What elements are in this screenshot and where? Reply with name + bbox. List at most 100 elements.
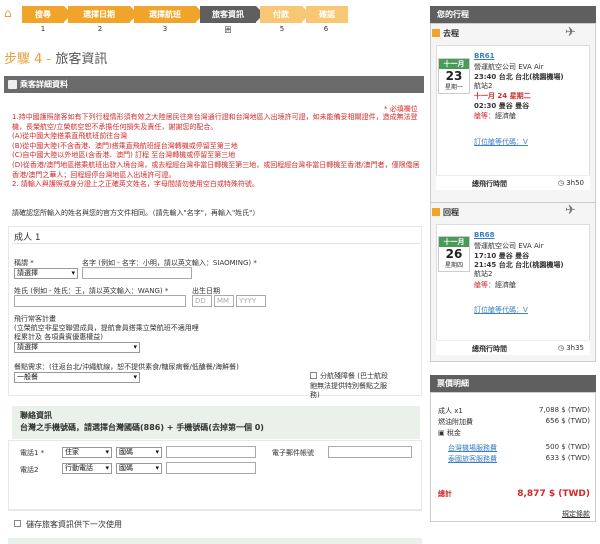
dob-month-input[interactable]: MM: [214, 295, 234, 307]
inbound-date-badge: 十一月 26 星期四: [438, 236, 470, 272]
inbound-fare-code-link[interactable]: 訂位艙等代碼：V: [474, 305, 528, 315]
duration-value: ◷ 3h50: [558, 179, 584, 187]
price-tax-label: 稅金: [446, 429, 461, 437]
first-name-input[interactable]: [82, 267, 192, 279]
passenger-panel-header: 乘客詳細資料: [4, 76, 424, 93]
inbound-cabin: 艙等：經濟艙: [474, 280, 516, 290]
email-input[interactable]: [328, 446, 412, 458]
duration-value: ◷ 3h35: [558, 344, 584, 352]
clock-icon: ◷: [557, 344, 567, 352]
itinerary-header: 您的行程: [430, 6, 596, 23]
price-tax2-row: 泰國旅客服務費 633 $ (TWD): [448, 454, 590, 464]
step-passenger-info: 旅客資訊: [200, 6, 264, 23]
phone2-input[interactable]: [166, 462, 256, 474]
step-number: 囲: [224, 26, 232, 34]
step-label: 旅客資訊: [212, 10, 244, 19]
price-tax2-label[interactable]: 泰國旅客服務費: [448, 455, 497, 463]
outbound-date-badge: 十一月 23 星期一: [438, 58, 470, 94]
duration-text: 3h35: [566, 344, 584, 352]
inbound-flight-link[interactable]: BR68: [474, 231, 494, 239]
price-tax1-label[interactable]: 台灣機場服務費: [448, 444, 497, 452]
square-icon: [432, 29, 440, 37]
price-total-value: 8,877 $ (TWD): [517, 489, 590, 499]
inbound-airline: 營運航空公司 EVA Air: [474, 242, 544, 250]
page-title: 步驟 4 - 旅客資訊: [4, 48, 107, 67]
contact-info-header: 聯絡資訊 台灣之手機號碼，請選擇台灣國碼(886) + 手機號碼(去掉第一個 0…: [12, 406, 420, 439]
notice-line: (B)從中國大陸(不含香港、澳門)搭乘直飛航班經台灣轉機或停留至第三地: [12, 141, 238, 150]
step-select-date[interactable]: 選擇日期: [68, 6, 138, 23]
phone2-country-select[interactable]: 國碼: [116, 463, 162, 474]
price-tax2-value: 633 $ (TWD): [545, 454, 590, 462]
step-number: 3: [162, 25, 168, 33]
price-adult-value: 7,088 $ (TWD): [539, 406, 590, 414]
price-adult-row: 成人 x1 7,088 $ (TWD): [438, 406, 590, 416]
step-search[interactable]: 搜尋: [22, 6, 72, 23]
cabin-value: 經濟艙: [495, 281, 516, 289]
price-fuel-label: 燃油附加費: [438, 418, 473, 426]
price-fuel-row: 燃油附加費 656 $ (TWD): [438, 417, 590, 427]
step-label: 選擇日期: [83, 10, 115, 19]
step-select-flight[interactable]: 選擇航班: [134, 6, 204, 23]
phone1-type-select[interactable]: 住家: [62, 447, 112, 458]
notice-line: (C)自中國大陸以外地區(含香港、澳門) 訂程 至台灣轉機或停留至第三地: [12, 151, 236, 160]
step-label: 搜尋: [35, 10, 51, 19]
date-weekday: 星期四: [444, 262, 463, 269]
date-day: 23: [445, 69, 463, 83]
notice-text: 1.持中國護照旅客如有下列行程情形須有效之大陸居民往來台灣通行證和台灣地區入出境…: [12, 113, 422, 190]
person-icon: [8, 80, 17, 89]
contact-title: 聯絡資訊: [20, 411, 52, 420]
inbound-duration: 總飛行時間 ◷ 3h35: [436, 340, 590, 355]
outbound-airline: 營運航空公司 EVA Air: [474, 63, 544, 71]
bottom-bar: [8, 538, 422, 544]
disability-label: 分航殘障餐 (巴士航段: [320, 372, 388, 380]
notice-line: 1.持中國護照旅客如有下列行程情形須有效之大陸居民往來台灣通行證和台灣地區入出境…: [12, 113, 418, 131]
step-number: 5: [279, 25, 285, 33]
price-tax-row[interactable]: ▣ 稅金: [438, 428, 590, 438]
meal-select[interactable]: 一般餐: [14, 372, 140, 383]
date-weekday: 星期一: [444, 84, 463, 91]
duration-label: 總飛行時間: [472, 345, 507, 353]
page-title-text: 旅客資訊: [55, 52, 108, 67]
title-label: 稱謂 *: [14, 259, 34, 267]
duration-text: 3h50: [566, 179, 584, 187]
name-hint: 請確認您所輸入的姓名與您的官方文件相同。（請先輸入"名字"，再輸入"姓氏"）: [12, 209, 260, 217]
phone2-type-select[interactable]: 行動電話: [62, 463, 112, 474]
price-header: 票價明細: [430, 375, 596, 392]
clock-icon: ◷: [557, 179, 567, 187]
email-label: 電子郵件帳號: [272, 449, 314, 457]
save-info-label: 儲存旅客資訊供下一次使用: [26, 520, 122, 529]
fare-rules-link[interactable]: 規定條款: [550, 509, 590, 519]
phone1-input[interactable]: [166, 446, 256, 458]
cabin-label: 艙等：: [474, 112, 495, 120]
home-icon[interactable]: ⌂: [4, 6, 12, 20]
step-label: 確認: [319, 10, 335, 19]
ffp-select[interactable]: 請選擇: [14, 342, 140, 353]
inbound-label-text: 回程: [443, 208, 459, 217]
plane-icon: ✈: [565, 203, 576, 218]
cabin-label: 艙等：: [474, 281, 495, 289]
phone1-country-select[interactable]: 國碼: [116, 447, 162, 458]
step-number: 6: [323, 25, 329, 33]
notice-line: (D)從香港/澳門地區搭乘航班出發入境台灣，或去程經台灣非當日轉機至第三地，或回…: [12, 160, 420, 179]
last-name-input[interactable]: [14, 295, 186, 307]
outbound-flight-link[interactable]: BR61: [474, 52, 494, 60]
notice-line: 2. 請輸入與護照或身分證上之正確英文姓名，字母間請勿使用空白或特殊符號。: [12, 180, 259, 189]
ffp-note: 程累計及 各項貴賓優惠權益): [14, 333, 103, 341]
step-number: 1: [40, 25, 46, 33]
date-month: 十一月: [439, 59, 469, 69]
progress-steps: ⌂ 搜尋 選擇日期 選擇航班 旅客資訊 付款 確認 1 2 3 囲 5 6: [0, 0, 360, 34]
save-info-checkbox[interactable]: [14, 520, 21, 527]
date-month: 十一月: [439, 237, 469, 247]
step-label: 付款: [273, 10, 289, 19]
inbound-terminal: 航站2: [474, 270, 493, 278]
outbound-label-text: 去程: [443, 29, 459, 38]
meal-label: 餐點需求：(往返台北/沖繩航線，恕不提供素食/糖尿病餐/低醣餐/海鮮餐): [14, 363, 239, 371]
disability-checkbox[interactable]: [310, 372, 317, 379]
title-select[interactable]: 請選擇: [14, 268, 78, 279]
expand-icon: ▣: [438, 429, 447, 437]
dob-day-input[interactable]: DD: [192, 295, 212, 307]
outbound-fare-code-link[interactable]: 訂位艙等代碼：V: [474, 137, 528, 147]
price-tax1-value: 500 $ (TWD): [545, 443, 590, 451]
dob-year-input[interactable]: YYYY: [236, 295, 266, 307]
step-confirm: 確認: [306, 6, 348, 23]
